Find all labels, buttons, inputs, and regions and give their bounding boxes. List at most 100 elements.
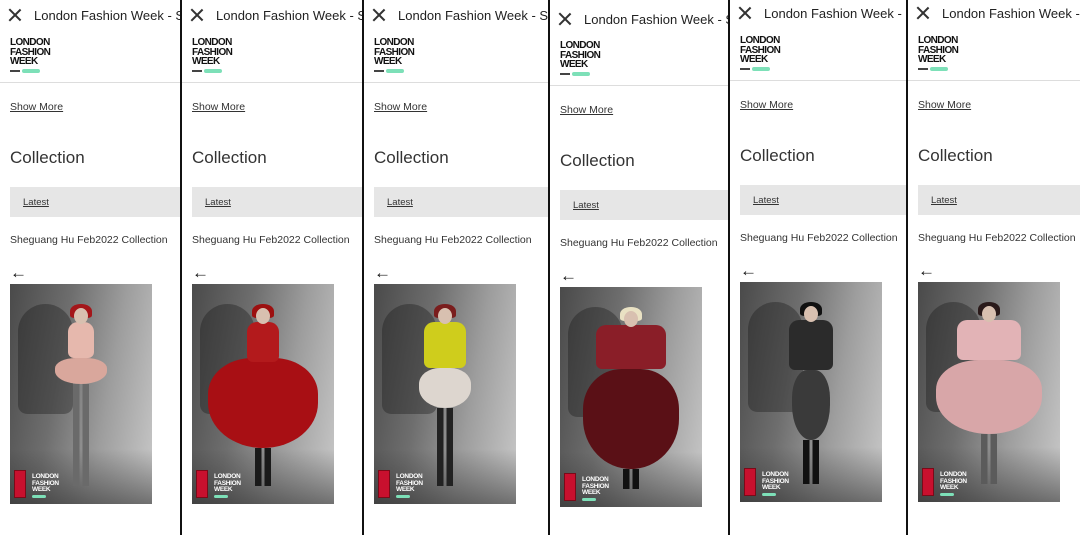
london-fashion-week-logo[interactable]: LONDON FASHION WEEK xyxy=(918,36,959,71)
breadcrumb-bar: Latest xyxy=(560,190,728,220)
breadcrumb-bar: Latest xyxy=(10,187,180,217)
london-fashion-week-logo[interactable]: LONDON FASHION WEEK xyxy=(374,38,415,73)
browser-panel-6: London Fashion Week - Sheguang Hu Feb202… xyxy=(908,0,1080,535)
collection-title: Sheguang Hu Feb2022 Collection xyxy=(918,232,1076,244)
garment-top xyxy=(789,320,833,370)
browser-tab[interactable]: London Fashion Week - Sheguang Hu Feb202… xyxy=(364,0,548,30)
close-icon[interactable] xyxy=(558,12,572,26)
model-legs xyxy=(437,408,453,486)
browser-panel-3: London Fashion Week - Sheguang Hu Feb202… xyxy=(364,0,550,535)
collection-title: Sheguang Hu Feb2022 Collection xyxy=(560,237,718,249)
browser-panel-4: London Fashion Week - Sheguang Hu Feb202… xyxy=(550,0,730,535)
photo-watermark: LONDON FASHION WEEK xyxy=(564,473,609,501)
runway-look-photo[interactable]: LONDON FASHION WEEK xyxy=(918,282,1060,502)
red-seal-icon xyxy=(378,470,390,498)
watermark-badge xyxy=(396,495,410,498)
latest-link[interactable]: Latest xyxy=(205,197,231,208)
collection-title: Sheguang Hu Feb2022 Collection xyxy=(740,232,898,244)
logo-sponsor-strip xyxy=(560,71,600,76)
london-fashion-week-logo[interactable]: LONDON FASHION WEEK xyxy=(560,41,601,76)
tab-title: London Fashion Week - Sheguang Hu Feb202… xyxy=(942,5,1080,21)
latest-link[interactable]: Latest xyxy=(931,195,957,206)
photo-watermark: LONDON FASHION WEEK xyxy=(378,470,423,498)
latest-link[interactable]: Latest xyxy=(387,197,413,208)
show-more-link[interactable]: Show More xyxy=(918,99,971,111)
watermark-logo: LONDON FASHION WEEK xyxy=(582,477,609,501)
watermark-badge xyxy=(214,495,228,498)
runway-look-photo[interactable]: LONDON FASHION WEEK xyxy=(10,284,152,504)
logo-sponsor-strip xyxy=(740,66,780,71)
collection-title: Sheguang Hu Feb2022 Collection xyxy=(10,234,168,246)
garment-skirt xyxy=(792,370,830,440)
latest-link[interactable]: Latest xyxy=(23,197,49,208)
sponsor-badge xyxy=(752,66,770,71)
garment-skirt xyxy=(583,369,679,469)
sponsor-badge xyxy=(930,66,948,71)
runway-look-photo[interactable]: LONDON FASHION WEEK xyxy=(374,284,516,504)
garment-skirt xyxy=(208,358,318,448)
sponsor-text-mark xyxy=(192,69,202,72)
breadcrumb-bar: Latest xyxy=(192,187,362,217)
back-arrow-icon[interactable]: ← xyxy=(192,264,209,281)
browser-panel-1: London Fashion Week - Sheguang Hu Feb202… xyxy=(0,0,182,535)
sponsor-text-mark xyxy=(560,72,570,75)
london-fashion-week-logo[interactable]: LONDON FASHION WEEK xyxy=(192,38,233,73)
watermark-logo: LONDON FASHION WEEK xyxy=(940,472,967,496)
sponsor-text-mark xyxy=(374,69,384,72)
latest-link[interactable]: Latest xyxy=(573,200,599,211)
back-arrow-icon[interactable]: ← xyxy=(560,267,577,284)
latest-link[interactable]: Latest xyxy=(753,195,779,206)
model-head xyxy=(438,308,452,324)
watermark-logo: LONDON FASHION WEEK xyxy=(762,472,789,496)
photo-watermark: LONDON FASHION WEEK xyxy=(922,468,967,496)
browser-tab[interactable]: London Fashion Week - Sheguang Hu Feb202… xyxy=(182,0,362,30)
close-icon[interactable] xyxy=(738,6,752,20)
show-more-link[interactable]: Show More xyxy=(10,101,63,113)
watermark-badge xyxy=(582,498,596,501)
back-arrow-icon[interactable]: ← xyxy=(740,262,757,279)
runway-look-photo[interactable]: LONDON FASHION WEEK xyxy=(560,287,702,507)
logo-word: WEEK xyxy=(560,59,588,70)
sponsor-text-mark xyxy=(10,69,20,72)
london-fashion-week-logo[interactable]: LONDON FASHION WEEK xyxy=(740,36,781,71)
close-icon[interactable] xyxy=(916,6,930,20)
model-legs xyxy=(803,440,819,484)
red-seal-icon xyxy=(922,468,934,496)
close-icon[interactable] xyxy=(372,8,386,22)
watermark-logo: LONDON FASHION WEEK xyxy=(214,474,241,498)
close-icon[interactable] xyxy=(8,8,22,22)
close-icon[interactable] xyxy=(190,8,204,22)
red-seal-icon xyxy=(196,470,208,498)
sponsor-badge xyxy=(204,68,222,73)
runway-look-photo[interactable]: LONDON FASHION WEEK xyxy=(740,282,882,502)
watermark-logo: LONDON FASHION WEEK xyxy=(396,474,423,498)
show-more-link[interactable]: Show More xyxy=(740,99,793,111)
model-legs xyxy=(255,448,271,486)
red-seal-icon xyxy=(564,473,576,501)
browser-tab[interactable]: London Fashion Week - Sheguang Hu Feb202… xyxy=(0,0,180,30)
breadcrumb-bar: Latest xyxy=(918,185,1080,215)
back-arrow-icon[interactable]: ← xyxy=(374,264,391,281)
garment-skirt xyxy=(936,360,1042,434)
show-more-link[interactable]: Show More xyxy=(560,104,613,116)
london-fashion-week-logo[interactable]: LONDON FASHION WEEK xyxy=(10,38,51,73)
logo-word: WEEK xyxy=(192,56,220,67)
sponsor-text-mark xyxy=(740,67,750,70)
tab-title: London Fashion Week - Sheguang Hu Feb202… xyxy=(34,7,180,23)
runway-look-photo[interactable]: LONDON FASHION WEEK xyxy=(192,284,334,504)
show-more-link[interactable]: Show More xyxy=(192,101,245,113)
back-arrow-icon[interactable]: ← xyxy=(10,264,27,281)
header-divider xyxy=(364,82,548,83)
browser-panel-2: London Fashion Week - Sheguang Hu Feb202… xyxy=(182,0,364,535)
watermark-badge xyxy=(762,493,776,496)
watermark-word: WEEK xyxy=(582,488,601,496)
model-legs xyxy=(623,469,639,489)
browser-tab[interactable]: London Fashion Week - Sheguang Hu Feb202… xyxy=(908,0,1080,28)
show-more-link[interactable]: Show More xyxy=(374,101,427,113)
back-arrow-icon[interactable]: ← xyxy=(918,262,935,279)
browser-tab[interactable]: London Fashion Week - Sheguang Hu Feb202… xyxy=(730,0,906,28)
logo-word: WEEK xyxy=(10,56,38,67)
browser-tab[interactable]: London Fashion Week - Sheguang Hu Feb202… xyxy=(550,4,728,34)
sponsor-badge xyxy=(22,68,40,73)
logo-word: WEEK xyxy=(374,56,402,67)
